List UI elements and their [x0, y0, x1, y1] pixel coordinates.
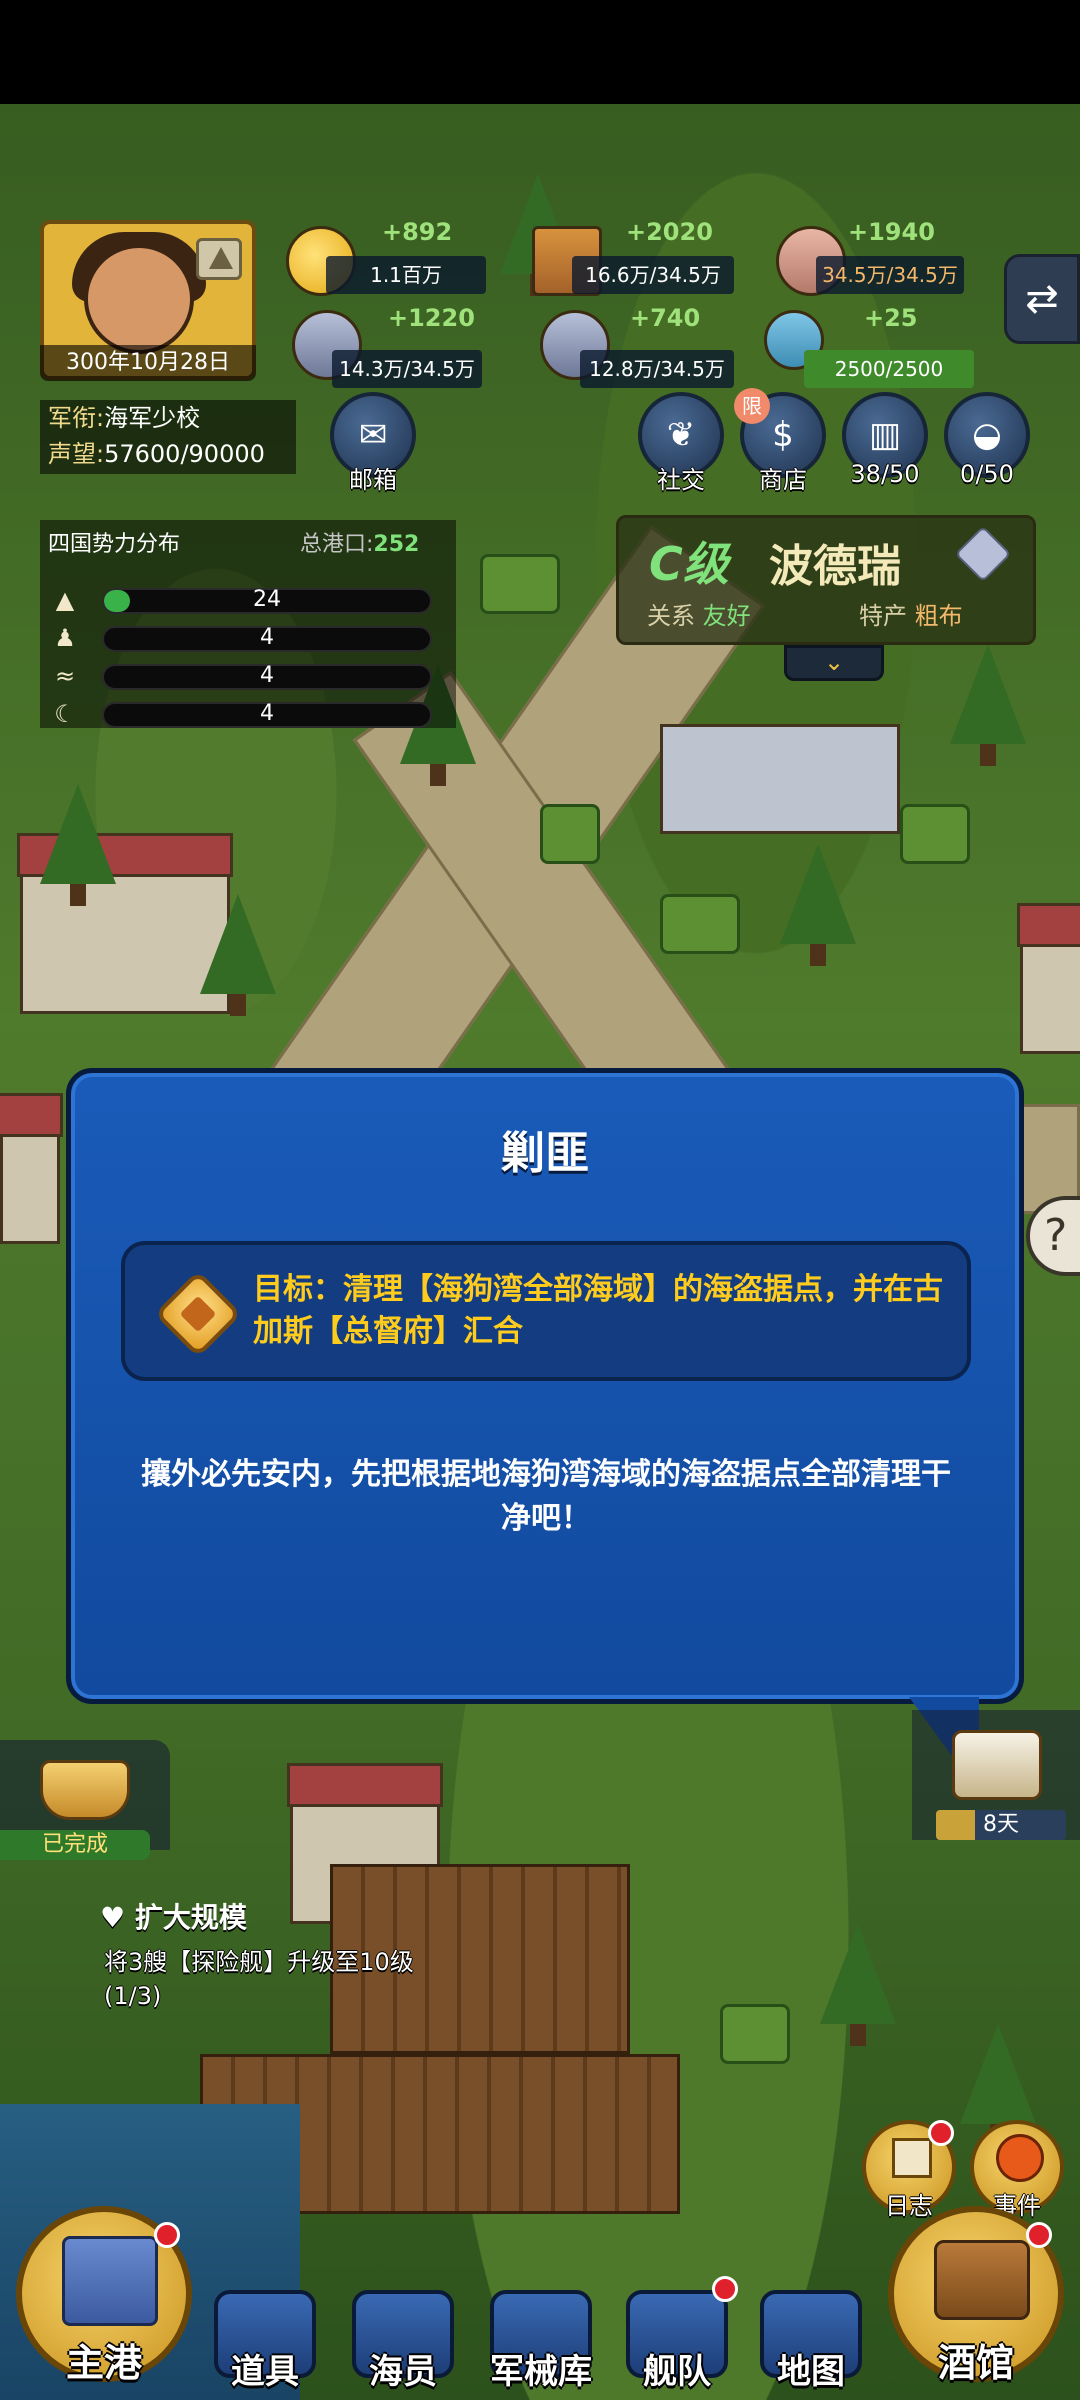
- notification-dot: [712, 2276, 738, 2302]
- faction-pawn-icon: ♟: [54, 624, 76, 652]
- limited-badge: 限: [734, 388, 770, 424]
- power-row: ≈ 4: [46, 662, 466, 690]
- power-title: 四国势力分布: [48, 532, 181, 557]
- crew-amount: 2500/2500: [804, 350, 974, 388]
- social-label: 社交: [657, 466, 705, 494]
- relation-value: 友好: [702, 602, 751, 630]
- events-button[interactable]: 事件: [970, 2120, 1064, 2220]
- book-icon: ▥: [868, 415, 902, 455]
- game-date: 300年10月28日: [40, 345, 256, 381]
- gem-icon: [954, 525, 1012, 583]
- nav-crew-label: 海员: [369, 2352, 437, 2392]
- notification-dot: [1026, 2222, 1052, 2248]
- voyage-ship-card[interactable]: 8天: [912, 1710, 1080, 1840]
- chevron-down-icon[interactable]: ⌄: [784, 645, 884, 681]
- medal-icon: [154, 1270, 242, 1358]
- crew-delta: +25: [864, 304, 918, 332]
- goal-box: 目标：清理【海狗湾全部海域】的海盗据点，并在古加斯【总督府】汇合: [121, 1241, 971, 1381]
- stone-delta: +1940: [848, 218, 935, 246]
- log-button[interactable]: 日志: [862, 2120, 956, 2220]
- rank-label: 军衔:: [48, 404, 105, 432]
- fame-value: 57600/90000: [104, 440, 265, 468]
- power-row: ▲ 24: [46, 586, 466, 614]
- city-grade: C级: [649, 537, 729, 591]
- faction-triangle-icon: ▲: [55, 586, 75, 614]
- notification-dot: [154, 2222, 180, 2248]
- mailbox-label: 邮箱: [349, 466, 397, 494]
- nav-armory[interactable]: 军械库: [482, 2290, 600, 2400]
- total-ports-value: 252: [373, 532, 420, 557]
- heart-icon: ♥: [100, 1901, 126, 1934]
- power-value: 24: [253, 587, 281, 612]
- scroll-icon: [892, 2138, 932, 2178]
- relation-label: 关系: [647, 602, 695, 630]
- face: [84, 244, 194, 354]
- city-info-panel[interactable]: C级 波德瑞 关系 友好 特产 粗布: [616, 515, 1036, 645]
- demon-icon: [996, 2134, 1044, 2182]
- ship-icon: [40, 1760, 130, 1820]
- rank-value: 海军少校: [104, 404, 201, 432]
- power-value: 4: [260, 625, 274, 650]
- gold-delta: +892: [382, 218, 453, 246]
- goal-text: 目标：清理【海狗湾全部海域】的海盗据点，并在古加斯【总督府】汇合: [253, 1272, 943, 1349]
- envelope-icon: ✉: [358, 415, 388, 455]
- bag-count: 0/50: [960, 460, 1014, 488]
- dialog-description: 攘外必先安内，先把根据地海狗湾海域的海盗据点全部清理干净吧！: [141, 1457, 951, 1536]
- rank-badge-icon: [196, 238, 242, 280]
- nav-items-label: 道具: [231, 2352, 299, 2392]
- mission-dialog[interactable]: 剿匪 目标：清理【海狗湾全部海域】的海盗据点，并在古加斯【总督府】汇合 攘外必先…: [66, 1068, 1024, 1793]
- quest-title[interactable]: ♥ 扩大规模: [100, 1896, 247, 1936]
- shop-label: 商店: [759, 466, 807, 494]
- quest-title-text: 扩大规模: [134, 1901, 247, 1934]
- faction-wave-icon: ≈: [54, 662, 76, 690]
- tavern-label: 酒馆: [937, 2341, 1014, 2385]
- wood-delta: +2020: [626, 218, 713, 246]
- nav-fleet-label: 舰队: [643, 2352, 711, 2392]
- gold-amount: 1.1百万: [326, 256, 486, 294]
- swap-arrows-icon[interactable]: ⇄: [1004, 254, 1080, 344]
- nav-map[interactable]: 地图: [752, 2290, 870, 2400]
- wood-amount: 16.6万/34.5万: [572, 256, 734, 294]
- power-row: ♟ 4: [46, 624, 466, 652]
- specialty-value: 粗布: [914, 602, 963, 630]
- stone-amount: 34.5万/34.5万: [816, 256, 964, 294]
- fame-label: 声望:: [48, 440, 105, 468]
- power-distribution-panel[interactable]: 四国势力分布 总港口:252 ▲ 24 ♟ 4 ≈ 4 ☾ 4: [40, 520, 456, 728]
- faction-moon-icon: ☾: [54, 700, 76, 728]
- quest-done-tag: 已完成: [0, 1830, 150, 1860]
- city-relation: 关系 友好: [647, 596, 751, 631]
- specialty-label: 特产: [859, 602, 907, 630]
- nav-map-label: 地图: [777, 2352, 845, 2392]
- power-row: ☾ 4: [46, 700, 466, 728]
- dialog-title: 剿匪: [501, 1128, 589, 1179]
- city-name: 波德瑞: [769, 541, 901, 592]
- power-value: 4: [260, 701, 274, 726]
- nav-items[interactable]: 道具: [206, 2290, 324, 2400]
- iron-delta: +1220: [388, 304, 475, 332]
- rank-info-panel: 军衔:海军少校 声望:57600/90000: [40, 400, 296, 474]
- bag-icon: ◒: [972, 415, 1002, 455]
- nav-crew[interactable]: 海员: [344, 2290, 462, 2400]
- ship-icon: [952, 1730, 1042, 1800]
- total-ports-label: 总港口:: [300, 532, 374, 557]
- treasure-chest-icon: [934, 2240, 1030, 2320]
- logbook-count: 38/50: [850, 460, 920, 488]
- tavern-button[interactable]: 酒馆: [888, 2206, 1064, 2385]
- nav-fleet[interactable]: 舰队: [618, 2276, 738, 2400]
- total-ports: 总港口:252: [300, 526, 419, 558]
- money-bag-icon: $: [772, 415, 794, 455]
- laurel-icon: ❦: [666, 415, 696, 455]
- game-screen: 300年10月28日 +892 1.1百万 +2020 16.6万/34.5万 …: [0, 0, 1080, 2400]
- voyage-days-text: 8天: [983, 1812, 1019, 1837]
- iron-amount: 14.3万/34.5万: [332, 350, 482, 388]
- city-specialty: 特产 粗布: [859, 596, 963, 631]
- power-value: 4: [260, 663, 274, 688]
- quest-description: 将3艘【探险舰】升级至10级(1/3): [104, 1948, 414, 2010]
- nav-armory-label: 军械库: [490, 2352, 592, 2392]
- notification-dot: [928, 2120, 954, 2146]
- steel-delta: +740: [630, 304, 701, 332]
- voyage-days: 8天: [936, 1810, 1066, 1840]
- steel-amount: 12.8万/34.5万: [580, 350, 734, 388]
